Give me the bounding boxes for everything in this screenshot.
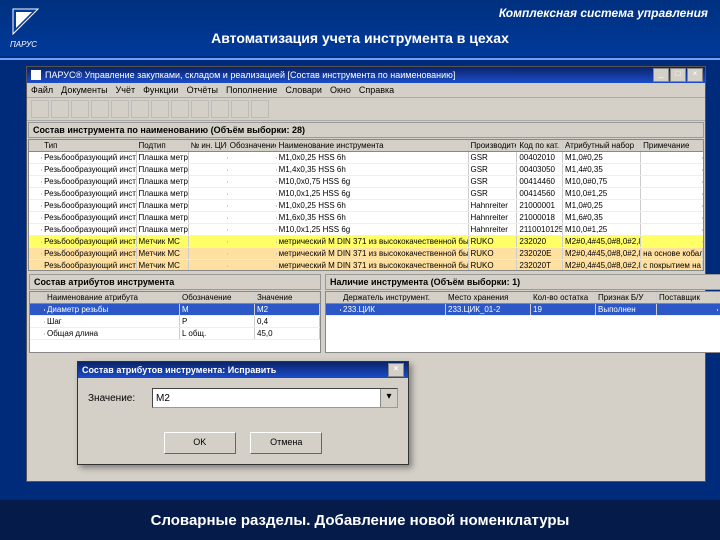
table-row[interactable]: 233.ЦИК233.ЦИК_01-219Выполнен	[326, 304, 720, 316]
tb-btn[interactable]	[251, 100, 269, 118]
tb-btn[interactable]	[171, 100, 189, 118]
toolbar	[27, 98, 705, 121]
table-row[interactable]: Резьбообразующий инструПлашка метр.M1,0x…	[29, 200, 703, 212]
table-row[interactable]: Диаметр резьбыMM2	[30, 304, 320, 316]
col-header[interactable]: Производитель	[469, 140, 518, 151]
app-icon	[31, 70, 41, 80]
table-row[interactable]: ШагP0,4	[30, 316, 320, 328]
table-row[interactable]: Резьбообразующий инструМетчик МСметричес…	[29, 248, 703, 260]
menu-item[interactable]: Окно	[330, 85, 351, 95]
tb-btn[interactable]	[111, 100, 129, 118]
col-header[interactable]: Атрибутный набор	[563, 140, 641, 151]
col-header[interactable]: Код по кат. ↑	[517, 140, 563, 151]
table-row[interactable]: Резьбообразующий инструПлашка метр.M1,0x…	[29, 152, 703, 164]
section-header-main: Состав инструмента по наименованию (Объё…	[28, 122, 704, 138]
menubar: Файл Документы Учёт Функции Отчёты Попол…	[27, 83, 705, 98]
value-label: Значение:	[88, 393, 152, 404]
table-row[interactable]: Резьбообразующий инструПлашка метр.M10,0…	[29, 188, 703, 200]
col-header[interactable]: Место хранения	[446, 292, 531, 303]
col-header[interactable]: Наименование инструмента	[277, 140, 469, 151]
col-header[interactable]: Подтип	[137, 140, 189, 151]
tb-btn[interactable]	[151, 100, 169, 118]
col-header[interactable]: Обозначение	[180, 292, 255, 303]
stock-grid[interactable]: Держатель инструмент.Место храненияКол-в…	[325, 291, 720, 353]
tb-btn[interactable]	[31, 100, 49, 118]
app-title: ПАРУС® Управление закупками, складом и р…	[45, 70, 455, 80]
menu-item[interactable]: Словари	[285, 85, 322, 95]
slide-title: Автоматизация учета инструмента в цехах	[0, 30, 720, 46]
app-window: ПАРУС® Управление закупками, складом и р…	[26, 66, 706, 482]
table-row[interactable]: Резьбообразующий инструПлашка метр.M1,6x…	[29, 212, 703, 224]
col-header[interactable]: Значение	[255, 292, 320, 303]
col-header[interactable]	[326, 292, 341, 303]
footer-caption: Словарные разделы. Добавление новой номе…	[0, 500, 720, 540]
col-header[interactable]	[30, 292, 45, 303]
dialog-close-icon[interactable]: ×	[388, 363, 404, 377]
ok-button[interactable]: OK	[164, 432, 236, 454]
col-header[interactable]: Держатель инструмент.	[341, 292, 446, 303]
tb-btn[interactable]	[91, 100, 109, 118]
value-combobox[interactable]: M2 ▾	[152, 388, 398, 408]
menu-item[interactable]: Пополнение	[226, 85, 277, 95]
cancel-button[interactable]: Отмена	[250, 432, 322, 454]
tb-btn[interactable]	[131, 100, 149, 118]
menu-item[interactable]: Файл	[31, 85, 53, 95]
table-row[interactable]: Резьбообразующий инструПлашка метр.M10,0…	[29, 176, 703, 188]
tb-btn[interactable]	[51, 100, 69, 118]
table-row[interactable]: Общая длинаL общ.45,0	[30, 328, 320, 340]
menu-item[interactable]: Документы	[61, 85, 107, 95]
chevron-down-icon[interactable]: ▾	[380, 389, 397, 407]
dialog-title[interactable]: Состав атрибутов инструмента: Исправить …	[78, 362, 408, 378]
col-header[interactable]: Обозначение	[228, 140, 277, 151]
minimize-button[interactable]: _	[653, 68, 669, 82]
tb-btn[interactable]	[191, 100, 209, 118]
col-header[interactable]: Признак Б/У	[596, 292, 657, 303]
main-grid[interactable]: ТипПодтип№ ин. ЦИСОбозначениеНаименовани…	[28, 139, 704, 271]
brand-bar: ПАРУС Комплексная система управления Авт…	[0, 0, 720, 56]
col-header[interactable]: № ин. ЦИС	[189, 140, 228, 151]
close-button[interactable]: ×	[687, 68, 703, 82]
col-header[interactable]: Кол-во остатка	[531, 292, 596, 303]
col-header[interactable]: Тип	[42, 140, 136, 151]
menu-item[interactable]: Справка	[359, 85, 394, 95]
titlebar[interactable]: ПАРУС® Управление закупками, складом и р…	[27, 67, 705, 83]
col-header[interactable]: Наименование атрибута	[45, 292, 180, 303]
menu-item[interactable]: Функции	[143, 85, 178, 95]
edit-dialog: Состав атрибутов инструмента: Исправить …	[77, 361, 409, 465]
tb-btn[interactable]	[211, 100, 229, 118]
menu-item[interactable]: Отчёты	[187, 85, 218, 95]
value-field[interactable]: M2	[156, 393, 170, 404]
brand-subtitle: Комплексная система управления	[499, 6, 708, 20]
tb-btn[interactable]	[71, 100, 89, 118]
table-row[interactable]: Резьбообразующий инструПлашка метр.M1,4x…	[29, 164, 703, 176]
col-header[interactable]: Поставщик	[657, 292, 718, 303]
table-row[interactable]: Резьбообразующий инструМетчик МСметричес…	[29, 236, 703, 248]
tb-btn[interactable]	[231, 100, 249, 118]
col-header[interactable]: Примечание	[641, 140, 703, 151]
maximize-button[interactable]: □	[670, 68, 686, 82]
menu-item[interactable]: Учёт	[116, 85, 136, 95]
table-row[interactable]: Резьбообразующий инструМетчик МСметричес…	[29, 260, 703, 271]
col-header[interactable]	[29, 140, 42, 151]
section-header-stock: Наличие инструмента (Объём выборки: 1)	[325, 274, 720, 290]
section-header-attrs: Состав атрибутов инструмента	[29, 274, 321, 290]
attrs-grid[interactable]: Наименование атрибутаОбозначениеЗначение…	[29, 291, 321, 353]
table-row[interactable]: Резьбообразующий инструПлашка метр.M10,0…	[29, 224, 703, 236]
